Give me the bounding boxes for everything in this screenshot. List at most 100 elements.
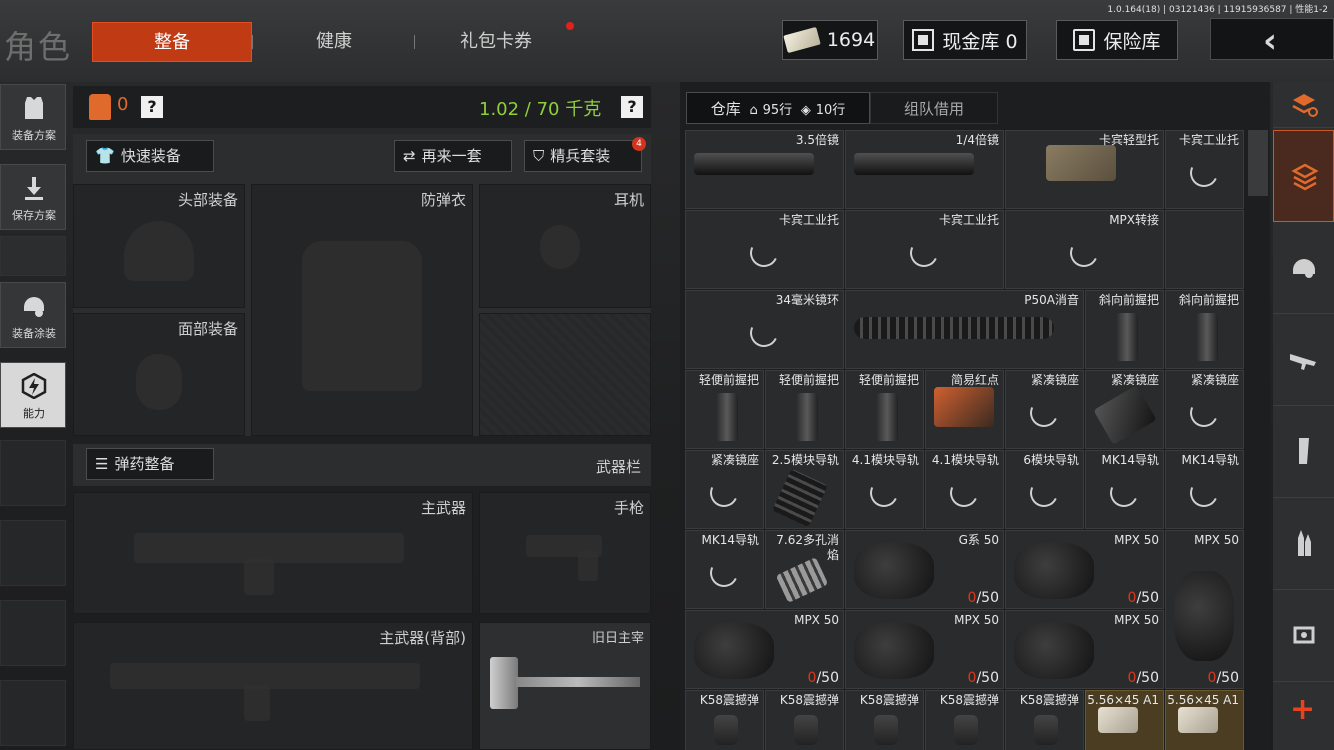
warehouse-item[interactable]: K58震撼弹 bbox=[1005, 690, 1084, 750]
warehouse-item[interactable]: 紧凑镜座 bbox=[685, 450, 764, 529]
loading-spinner-icon bbox=[706, 555, 742, 591]
item-name: MK14导轨 bbox=[1101, 453, 1160, 467]
tab-warehouse[interactable]: 仓库 ⌂ 95行 ◈ 10行 bbox=[686, 92, 870, 124]
item-name: 紧凑镜座 bbox=[1110, 373, 1159, 387]
warehouse-item[interactable]: 3.5倍镜 bbox=[685, 130, 844, 209]
stock-image bbox=[1046, 145, 1116, 181]
warehouse-item[interactable]: MK14导轨 bbox=[1085, 450, 1164, 529]
sidebar-item-ability[interactable]: 能力 bbox=[0, 362, 66, 428]
item-count-max: /50 bbox=[816, 670, 839, 686]
warehouse-item[interactable]: MK14导轨 bbox=[1165, 450, 1244, 529]
loading-spinner-icon bbox=[1186, 475, 1222, 511]
category-ammo[interactable] bbox=[1273, 498, 1334, 590]
category-rifle[interactable] bbox=[1273, 314, 1334, 406]
item-count: 0/50 bbox=[1128, 670, 1159, 686]
slot-armor[interactable]: 防弹衣 bbox=[251, 184, 473, 436]
sidebar-item-save-plan[interactable]: 保存方案 bbox=[0, 164, 66, 230]
add-category-icon[interactable]: + bbox=[1290, 692, 1315, 727]
warehouse-item[interactable]: MPX 50 0/50 bbox=[685, 610, 844, 689]
warehouse-item[interactable]: 4.1模块导轨 bbox=[925, 450, 1004, 529]
warehouse-item[interactable]: 2.5模块导轨 bbox=[765, 450, 844, 529]
warehouse-item[interactable]: 4.1模块导轨 bbox=[845, 450, 924, 529]
warehouse-item[interactable]: 斜向前握把 bbox=[1165, 290, 1244, 369]
warehouse-item[interactable]: 斜向前握把 bbox=[1085, 290, 1164, 369]
sidebar-item-paint[interactable]: 装备涂装 bbox=[0, 282, 66, 348]
sidebar-label: 保存方案 bbox=[12, 209, 56, 222]
help-icon[interactable]: ? bbox=[141, 96, 163, 118]
item-name: 斜向前握把 bbox=[1098, 293, 1159, 307]
warehouse-item[interactable]: 5.56×45 A1 bbox=[1165, 690, 1244, 750]
slot-melee[interactable]: 旧日主宰 bbox=[479, 622, 651, 750]
slot-pistol[interactable]: 手枪 bbox=[479, 492, 651, 614]
warehouse-item[interactable]: 卡宾工业托 bbox=[1165, 130, 1244, 209]
tab-gift-coupons[interactable]: 礼包卡券 bbox=[416, 22, 576, 62]
warehouse-item[interactable]: 紧凑镜座 bbox=[1085, 370, 1164, 449]
helmet-paint-icon bbox=[24, 297, 44, 317]
ammo-prep-button[interactable]: ☰ 弹药整备 bbox=[86, 448, 214, 480]
again-button[interactable]: ⇄ 再来一套 bbox=[394, 140, 512, 172]
safe-box-button[interactable]: 保险库 bbox=[1056, 20, 1178, 60]
warehouse-item[interactable]: K58震撼弹 bbox=[765, 690, 844, 750]
item-name: 34毫米镜环 bbox=[775, 293, 839, 307]
warehouse-item[interactable]: MPX 50 0/50 bbox=[1165, 530, 1244, 689]
warehouse-item[interactable]: K58震撼弹 bbox=[845, 690, 924, 750]
warehouse-item[interactable]: 轻便前握把 bbox=[765, 370, 844, 449]
warehouse-item[interactable]: 紧凑镜座 bbox=[1165, 370, 1244, 449]
helmet-silhouette bbox=[124, 221, 194, 281]
warehouse-item[interactable]: MPX 50 0/50 bbox=[1005, 530, 1164, 609]
warehouse-item[interactable]: 轻便前握把 bbox=[685, 370, 764, 449]
warehouse-item[interactable]: 轻便前握把 bbox=[845, 370, 924, 449]
category-magazine[interactable] bbox=[1273, 406, 1334, 498]
category-attachment[interactable] bbox=[1273, 590, 1334, 682]
tab-team-borrow[interactable]: 组队借用 bbox=[870, 92, 998, 124]
sidebar-item-loadout-plan[interactable]: 装备方案 bbox=[0, 84, 66, 150]
warehouse-item[interactable]: 卡宾工业托 bbox=[845, 210, 1004, 289]
warehouse-item[interactable]: 5.56×45 A1 bbox=[1085, 690, 1164, 750]
cash-vault-button[interactable]: 现金库 0 bbox=[903, 20, 1027, 60]
warehouse-item[interactable] bbox=[1165, 210, 1244, 289]
slot-primary-back[interactable]: 主武器(背部) bbox=[73, 622, 473, 750]
slot-headset[interactable]: 耳机 bbox=[479, 184, 651, 308]
warehouse-item[interactable]: 34毫米镜环 bbox=[685, 290, 844, 369]
tab-loadout[interactable]: 整备 bbox=[92, 22, 252, 62]
ammo-icon: ☰ bbox=[95, 455, 109, 473]
warehouse-item[interactable]: G系 50 0/50 bbox=[845, 530, 1004, 609]
weight-help-icon[interactable]: ? bbox=[621, 96, 643, 118]
item-name: 3.5倍镜 bbox=[795, 133, 839, 147]
vault-icon bbox=[912, 29, 935, 51]
currency-display[interactable]: 1694 bbox=[782, 20, 878, 60]
item-name: MPX 50 bbox=[1114, 613, 1159, 627]
tab-health[interactable]: 健康 bbox=[254, 22, 414, 62]
warehouse-item[interactable]: K58震撼弹 bbox=[925, 690, 1004, 750]
category-stash[interactable] bbox=[1273, 130, 1334, 222]
tag-icon: ◈ bbox=[800, 103, 811, 118]
warehouse-item[interactable]: MPX 50 0/50 bbox=[845, 610, 1004, 689]
warehouse-item[interactable]: 卡宾工业托 bbox=[685, 210, 844, 289]
category-all[interactable] bbox=[1273, 82, 1334, 128]
warehouse-item[interactable]: 紧凑镜座 bbox=[1005, 370, 1084, 449]
warehouse-item[interactable]: MPX转接 bbox=[1005, 210, 1164, 289]
magazine-silhouette bbox=[244, 559, 274, 595]
loading-spinner-icon bbox=[746, 315, 782, 351]
chevron-left-icon: ‹ bbox=[1263, 21, 1278, 61]
slot-face[interactable]: 面部装备 bbox=[73, 313, 245, 436]
slot-primary-weapon[interactable]: 主武器 bbox=[73, 492, 473, 614]
warehouse-item[interactable]: MPX 50 0/50 bbox=[1005, 610, 1164, 689]
back-button[interactable]: ‹ bbox=[1210, 18, 1334, 61]
warehouse-item[interactable]: 1/4倍镜 bbox=[845, 130, 1004, 209]
category-helmet[interactable] bbox=[1273, 222, 1334, 314]
quick-equip-button[interactable]: 👕 快速装备 bbox=[86, 140, 214, 172]
warehouse-item[interactable]: 6模块导轨 bbox=[1005, 450, 1084, 529]
warehouse-item[interactable]: 简易红点 bbox=[925, 370, 1004, 449]
grid-scrollbar[interactable] bbox=[1248, 130, 1268, 196]
loading-spinner-icon bbox=[706, 475, 742, 511]
warehouse-item[interactable]: 卡宾轻型托 bbox=[1005, 130, 1164, 209]
grenade-image bbox=[714, 715, 738, 745]
warehouse-item[interactable]: K58震撼弹 bbox=[685, 690, 764, 750]
warehouse-item[interactable]: P50A消音 bbox=[845, 290, 1084, 369]
slot-label: 耳机 bbox=[613, 191, 644, 209]
elite-set-button[interactable]: ⛉ 精兵套装 bbox=[524, 140, 642, 172]
slot-head[interactable]: 头部装备 bbox=[73, 184, 245, 308]
warehouse-item[interactable]: MK14导轨 bbox=[685, 530, 764, 609]
warehouse-item[interactable]: 7.62多孔消焰 bbox=[765, 530, 844, 609]
